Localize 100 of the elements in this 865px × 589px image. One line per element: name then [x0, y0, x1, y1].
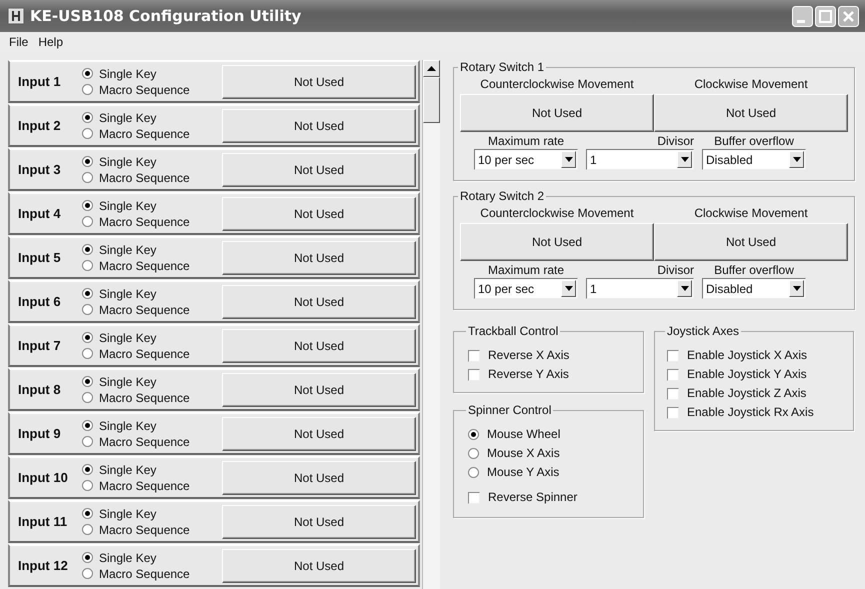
action-button[interactable]: Not Used — [222, 152, 416, 186]
menu-item[interactable]: File — [4, 35, 34, 49]
radio-option[interactable]: Macro Sequence — [82, 126, 222, 140]
radio-circle[interactable] — [82, 568, 93, 579]
radio-circle[interactable] — [82, 304, 93, 315]
checkbox[interactable]: Enable Joystick Y Axis — [667, 365, 841, 384]
menu-item[interactable]: Help — [33, 35, 68, 49]
movement-label: Counterclockwise Movement — [480, 76, 634, 93]
scrollbar-thumb[interactable] — [423, 77, 440, 123]
radio-circle[interactable] — [82, 436, 93, 447]
radio-option[interactable]: Macro Sequence — [82, 214, 222, 228]
radio-circle[interactable] — [82, 156, 93, 167]
radio-option[interactable]: Single Key — [82, 242, 222, 256]
radio-option[interactable]: Mouse Y Axis — [468, 463, 629, 482]
action-button[interactable]: Not Used — [222, 372, 416, 406]
radio-circle[interactable] — [82, 464, 93, 475]
radio-option[interactable]: Single Key — [82, 418, 222, 432]
radio-option[interactable]: Macro Sequence — [82, 170, 222, 184]
dropdown[interactable]: 1 — [586, 149, 694, 170]
group-title: Joystick Axes — [666, 324, 740, 338]
caret-icon — [564, 157, 572, 162]
radio-option[interactable]: Macro Sequence — [82, 302, 222, 316]
maximize-button[interactable] — [815, 6, 836, 26]
dropdown-label: Divisor — [656, 263, 694, 278]
action-button[interactable]: Not Used — [222, 240, 416, 274]
radio-circle[interactable] — [82, 244, 93, 255]
radio-circle[interactable] — [82, 552, 93, 563]
radio-option[interactable]: Mouse X Axis — [468, 444, 629, 463]
radio-circle[interactable] — [468, 429, 479, 440]
radio-option[interactable]: Single Key — [82, 330, 222, 344]
radio-circle[interactable] — [82, 216, 93, 227]
checkbox[interactable]: Reverse X Axis — [468, 346, 629, 365]
radio-circle[interactable] — [468, 448, 479, 459]
radio-option[interactable]: Single Key — [82, 198, 222, 212]
radio-circle[interactable] — [82, 376, 93, 387]
dropdown[interactable]: 10 per sec — [474, 278, 578, 299]
radio-option[interactable]: Macro Sequence — [82, 522, 222, 536]
movement-label: Clockwise Movement — [694, 76, 808, 93]
minimize-button[interactable] — [792, 6, 813, 26]
group-title: Trackball Control — [467, 324, 560, 338]
radio-option[interactable]: Single Key — [82, 506, 222, 520]
radio-option[interactable]: Single Key — [82, 110, 222, 124]
radio-option[interactable]: Macro Sequence — [82, 346, 222, 360]
radio-circle[interactable] — [82, 508, 93, 519]
radio-circle[interactable] — [82, 332, 93, 343]
radio-circle[interactable] — [82, 128, 93, 139]
close-button[interactable] — [838, 6, 859, 26]
radio-option[interactable]: Macro Sequence — [82, 566, 222, 580]
radio-option[interactable]: Macro Sequence — [82, 478, 222, 492]
movement-button[interactable]: Not Used — [460, 223, 654, 261]
radio-circle[interactable] — [82, 172, 93, 183]
input-label: Input 10 — [17, 470, 69, 485]
radio-option[interactable]: Single Key — [82, 66, 222, 80]
checkbox[interactable]: Enable Joystick X Axis — [667, 346, 841, 365]
action-button[interactable]: Not Used — [222, 328, 416, 362]
radio-circle[interactable] — [82, 392, 93, 403]
radio-option[interactable]: Mouse Wheel — [468, 425, 629, 444]
radio-circle[interactable] — [82, 200, 93, 211]
radio-option[interactable]: Single Key — [82, 154, 222, 168]
movement-button[interactable]: Not Used — [654, 223, 848, 261]
action-button[interactable]: Not Used — [222, 196, 416, 230]
radio-option[interactable]: Macro Sequence — [82, 82, 222, 96]
dropdown[interactable]: 10 per sec — [474, 149, 578, 170]
dropdown[interactable]: Disabled — [702, 278, 806, 299]
radio-option[interactable]: Macro Sequence — [82, 258, 222, 272]
action-button[interactable]: Not Used — [222, 64, 416, 98]
radio-option[interactable]: Single Key — [82, 286, 222, 300]
input-label: Input 5 — [17, 250, 62, 265]
checkbox[interactable]: Reverse Y Axis — [468, 365, 629, 384]
input-label: Input 1 — [17, 74, 62, 89]
radio-option[interactable]: Single Key — [82, 462, 222, 476]
dropdown[interactable]: 1 — [586, 278, 694, 299]
radio-option[interactable]: Single Key — [82, 550, 222, 564]
dropdown[interactable]: Disabled — [702, 149, 806, 170]
radio-circle[interactable] — [82, 84, 93, 95]
movement-label: Clockwise Movement — [694, 205, 808, 222]
radio-circle[interactable] — [82, 480, 93, 491]
action-button[interactable]: Not Used — [222, 504, 416, 538]
movement-button[interactable]: Not Used — [460, 94, 654, 132]
radio-circle[interactable] — [468, 467, 479, 478]
radio-circle[interactable] — [82, 260, 93, 271]
checkbox[interactable]: Reverse Spinner — [468, 488, 629, 507]
radio-circle[interactable] — [82, 288, 93, 299]
action-button[interactable]: Not Used — [222, 108, 416, 142]
radio-circle[interactable] — [82, 348, 93, 359]
radio-option[interactable]: Macro Sequence — [82, 390, 222, 404]
radio-circle[interactable] — [82, 524, 93, 535]
action-button[interactable]: Not Used — [222, 460, 416, 494]
radio-circle[interactable] — [82, 68, 93, 79]
checkbox[interactable]: Enable Joystick Z Axis — [667, 384, 841, 403]
radio-circle[interactable] — [82, 420, 93, 431]
movement-button[interactable]: Not Used — [654, 94, 848, 132]
action-button[interactable]: Not Used — [222, 416, 416, 450]
radio-circle[interactable] — [82, 112, 93, 123]
scrollbar[interactable] — [422, 60, 440, 589]
action-button[interactable]: Not Used — [222, 284, 416, 318]
checkbox[interactable]: Enable Joystick Rx Axis — [667, 403, 841, 422]
action-button[interactable]: Not Used — [222, 548, 416, 582]
radio-option[interactable]: Single Key — [82, 374, 222, 388]
radio-option[interactable]: Macro Sequence — [82, 434, 222, 448]
